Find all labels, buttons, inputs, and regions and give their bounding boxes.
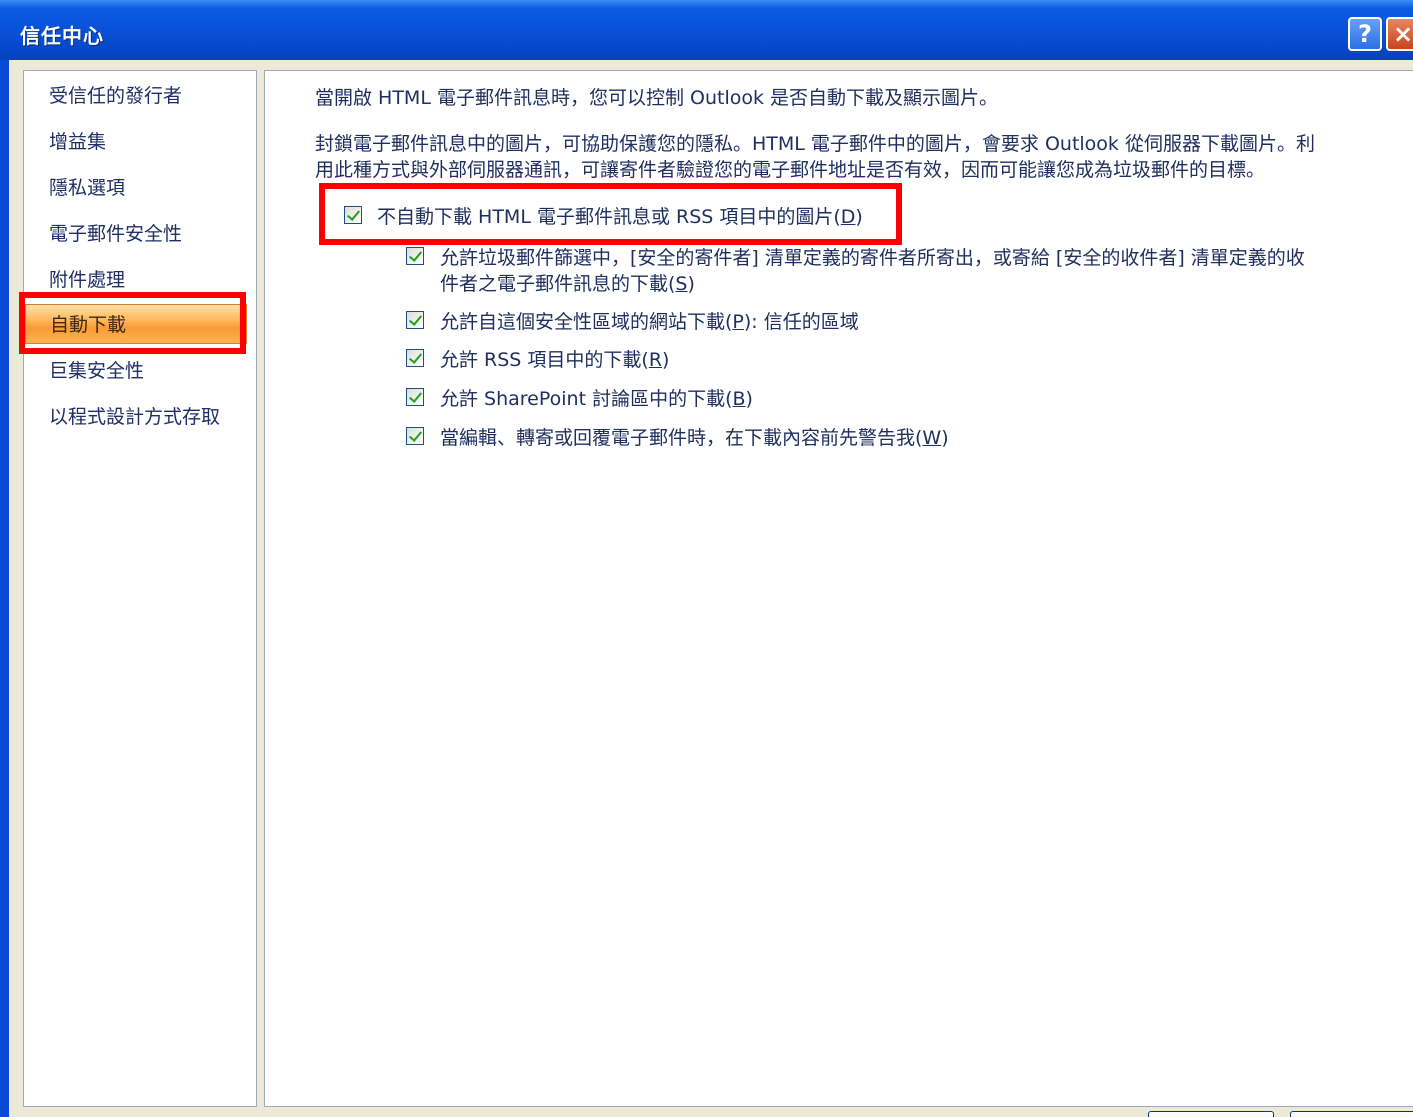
window-title: 信任中心 [20, 24, 104, 48]
allow-rss-label[interactable]: 允許 RSS 項目中的下載(R) [440, 345, 669, 372]
allow-safe-senders-label-line-2[interactable]: 件者之電子郵件訊息的下載(S) [440, 269, 695, 296]
nav-pane: 受信任的發行者 增益集 隱私選項 電子郵件安全性 附件處理 自動下載 巨集安全性… [23, 70, 257, 1107]
close-button[interactable]: × [1386, 17, 1413, 51]
allow-safe-senders-checkbox[interactable] [406, 247, 424, 265]
nav-item-privacy-options[interactable]: 隱私選項 [25, 168, 247, 208]
warn-before-download-checkbox[interactable] [406, 427, 424, 445]
allow-sharepoint-label[interactable]: 允許 SharePoint 討論區中的下載(B) [440, 384, 753, 411]
title-bar[interactable]: 信任中心 ? × [0, 0, 1413, 60]
allow-rss-checkbox[interactable] [406, 349, 424, 367]
option-highlight-box [319, 183, 902, 245]
allow-safe-senders-label-line-1[interactable]: 允許垃圾郵件篩選中，[安全的寄件者] 清單定義的寄件者所寄出，或寄給 [安全的收… [440, 243, 1305, 270]
nav-item-trusted-publishers[interactable]: 受信任的發行者 [25, 76, 247, 116]
cancel-button[interactable] [1290, 1111, 1413, 1117]
nav-item-email-security[interactable]: 電子郵件安全性 [25, 214, 247, 254]
description-line-1: 封鎖電子郵件訊息中的圖片，可協助保護您的隱私。HTML 電子郵件中的圖片，會要求… [315, 133, 1315, 155]
allow-zone-checkbox[interactable] [406, 311, 424, 329]
allow-zone-label[interactable]: 允許自這個安全性區域的網站下載(P): 信任的區域 [440, 307, 859, 334]
nav-item-programmatic-access[interactable]: 以程式設計方式存取 [25, 397, 247, 437]
nav-highlight-box [19, 292, 246, 354]
description-line-2: 用此種方式與外部伺服器通訊，可讓寄件者驗證您的電子郵件地址是否有效，因而可能讓您… [315, 159, 1266, 181]
help-button[interactable]: ? [1348, 17, 1382, 51]
ok-button[interactable] [1148, 1111, 1274, 1117]
nav-item-macro-security[interactable]: 巨集安全性 [25, 351, 247, 391]
allow-sharepoint-checkbox[interactable] [406, 388, 424, 406]
trust-center-dialog: 信任中心 ? × 受信任的發行者 增益集 隱私選項 電子郵件安全性 附件處理 自… [0, 0, 1413, 1117]
warn-before-download-label[interactable]: 當編輯、轉寄或回覆電子郵件時，在下載內容前先警告我(W) [440, 423, 949, 450]
intro-text: 當開啟 HTML 電子郵件訊息時，您可以控制 Outlook 是否自動下載及顯示… [315, 87, 999, 109]
nav-item-add-ins[interactable]: 增益集 [25, 122, 247, 162]
